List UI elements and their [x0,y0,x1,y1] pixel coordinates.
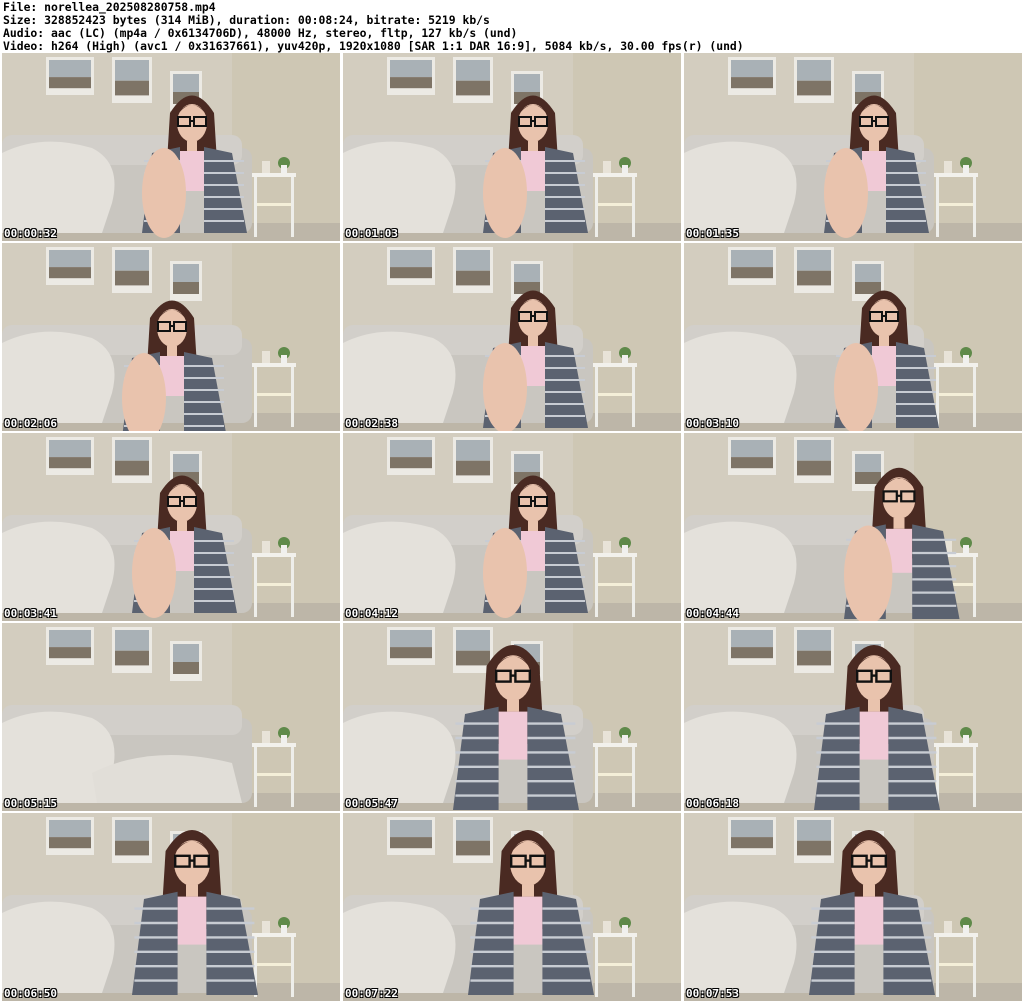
video-thumbnail: 00:07:53 [684,813,1022,1001]
video-thumbnail: 00:07:22 [343,813,681,1001]
video-thumbnail: 00:05:15 [2,623,340,811]
timestamp-label: 00:01:03 [345,227,398,240]
video-thumbnail: 00:04:44 [684,433,1022,621]
thumbnail-grid: 00:00:32 00:01:03 00:01:35 00:02:06 00:02:38… [2,53,1022,1001]
thumbnail-scene [2,433,340,621]
thumbnail-scene [343,623,681,811]
timestamp-label: 00:03:41 [4,607,57,620]
timestamp-label: 00:06:50 [4,987,57,1000]
timestamp-label: 00:07:53 [686,987,739,1000]
video-thumbnail: 00:02:06 [2,243,340,431]
file-info-header: File: norellea_202508280758.mp4 Size: 32… [3,1,1021,53]
video-thumbnail: 00:06:18 [684,623,1022,811]
timestamp-label: 00:04:44 [686,607,739,620]
video-thumbnail: 00:04:12 [343,433,681,621]
video-thumbnail: 00:01:35 [684,53,1022,241]
timestamp-label: 00:05:15 [4,797,57,810]
timestamp-label: 00:07:22 [345,987,398,1000]
timestamp-label: 00:00:32 [4,227,57,240]
timestamp-label: 00:02:06 [4,417,57,430]
video-info-text: Video: h264 (High) (avc1 / 0x31637661), … [3,39,744,53]
thumbnail-scene [343,53,681,241]
thumbnail-scene [684,623,1022,811]
video-thumbnail: 00:05:47 [343,623,681,811]
thumbnail-scene [684,433,1022,621]
video-thumbnail: 00:03:10 [684,243,1022,431]
thumbnail-scene [2,813,340,1001]
thumbnail-scene [2,623,340,811]
thumbnail-scene [684,243,1022,431]
timestamp-label: 00:03:10 [686,417,739,430]
video-thumbnail: 00:00:32 [2,53,340,241]
thumbnail-scene [2,243,340,431]
thumbnail-scene [343,243,681,431]
video-thumbnail: 00:01:03 [343,53,681,241]
thumbnail-scene [2,53,340,241]
thumbnail-scene [684,813,1022,1001]
timestamp-label: 00:02:38 [345,417,398,430]
video-thumbnail: 00:06:50 [2,813,340,1001]
thumbnail-scene [343,813,681,1001]
thumbnail-scene [343,433,681,621]
timestamp-label: 00:05:47 [345,797,398,810]
timestamp-label: 00:06:18 [686,797,739,810]
video-thumbnail: 00:03:41 [2,433,340,621]
video-thumbnail: 00:02:38 [343,243,681,431]
timestamp-label: 00:04:12 [345,607,398,620]
thumbnail-scene [684,53,1022,241]
timestamp-label: 00:01:35 [686,227,739,240]
